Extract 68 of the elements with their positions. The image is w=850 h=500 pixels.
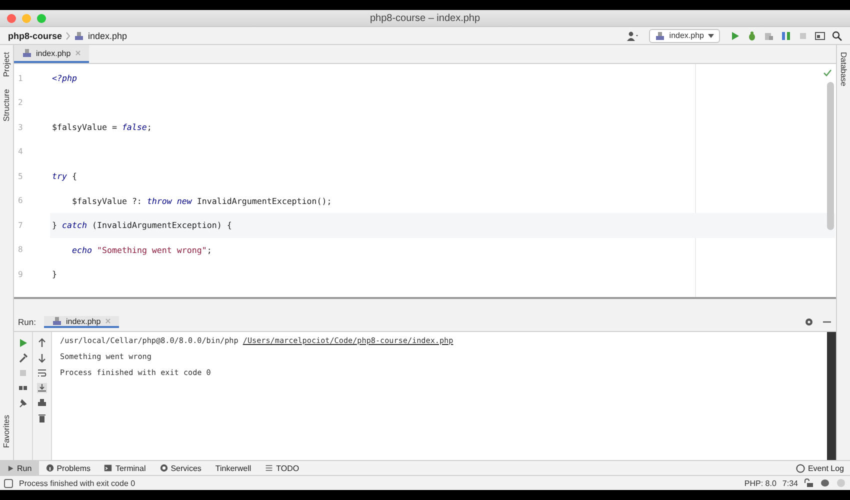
search-icon[interactable] [832, 30, 842, 40]
info-icon [46, 464, 54, 472]
status-message: Process finished with exit code 0 [19, 478, 136, 488]
run-label: Run: [18, 317, 36, 327]
code-line: echo "Something went wrong"; [72, 244, 212, 255]
line-number: 8 [17, 244, 24, 256]
tool-window-label[interactable]: Structure [2, 86, 11, 124]
tool-window-label[interactable]: Project [2, 49, 11, 80]
user-icon[interactable] [625, 30, 640, 40]
line-number: 6 [17, 195, 24, 208]
layout-icon[interactable] [815, 30, 825, 40]
bug-icon[interactable] [747, 30, 757, 40]
cursor-position: 7:34 [782, 478, 798, 488]
line-number: 2 [17, 97, 24, 110]
layout-icon[interactable] [18, 383, 28, 393]
code-line: $falsyValue ?: throw new InvalidArgumentException(); [72, 196, 332, 206]
trash-icon[interactable] [37, 413, 47, 423]
breadcrumb-item[interactable]: php8-course [8, 30, 62, 40]
wrench-icon[interactable] [18, 353, 28, 363]
event-log-button[interactable]: Event Log [790, 464, 850, 472]
pin-icon[interactable] [18, 398, 28, 408]
php-file-icon [52, 316, 62, 326]
code-line: } [52, 269, 57, 280]
settings-icon[interactable] [804, 317, 814, 327]
line-number: 5 [17, 170, 24, 183]
scroll-to-end-icon[interactable] [37, 383, 47, 393]
up-arrow-icon[interactable] [37, 338, 47, 348]
breadcrumb-item[interactable]: index.php [88, 30, 128, 40]
tool-window-tab[interactable]: Terminal [97, 460, 153, 476]
down-arrow-icon[interactable] [37, 353, 47, 363]
services-icon [160, 464, 168, 472]
tool-window-tab[interactable]: Tinkerwell [208, 460, 258, 476]
tool-window-label[interactable]: Favorites [2, 412, 11, 451]
caret-icon [708, 34, 714, 38]
editor-tab[interactable]: index.php [14, 45, 89, 63]
tool-window-tab[interactable]: Run [0, 460, 39, 476]
line-number: 7 [17, 220, 24, 232]
code-line: } catch (InvalidArgumentException) { [52, 220, 232, 230]
line-number: 4 [17, 146, 24, 158]
window-title: php8-course – index.php [370, 12, 480, 24]
tool-window-label[interactable]: Database [839, 49, 848, 90]
chevron-icon [66, 32, 70, 40]
speech-bubble-icon [796, 464, 805, 472]
line-number: 3 [17, 122, 24, 134]
play-icon [7, 464, 14, 472]
php-file-icon [655, 30, 666, 40]
tool-window-tab[interactable]: Problems [38, 460, 98, 476]
run-configuration-dropdown[interactable]: index.php [649, 28, 720, 42]
run-icon[interactable] [730, 30, 740, 40]
console-tab[interactable]: index.php [44, 316, 119, 328]
php-file-icon [74, 30, 84, 40]
print-icon[interactable] [37, 398, 47, 408]
php-version: PHP: 8.0 [744, 478, 776, 488]
soft-wrap-icon[interactable] [37, 368, 47, 378]
rerun-icon[interactable] [18, 338, 28, 348]
list-icon [265, 464, 274, 472]
lock-icon[interactable] [804, 478, 814, 488]
code-line: try { [52, 171, 77, 182]
terminal-icon [104, 464, 112, 472]
check-icon [823, 69, 832, 77]
panel-toggle-icon[interactable] [4, 478, 13, 488]
code-line: $falsyValue = false; [52, 122, 152, 132]
line-number: 1 [17, 72, 24, 85]
php-file-icon [22, 48, 32, 58]
code-line: <?php [52, 73, 77, 84]
tool-window-tab[interactable]: TODO [258, 460, 306, 476]
tool-window-tab[interactable]: Services [152, 460, 208, 476]
line-number: 9 [17, 268, 24, 281]
